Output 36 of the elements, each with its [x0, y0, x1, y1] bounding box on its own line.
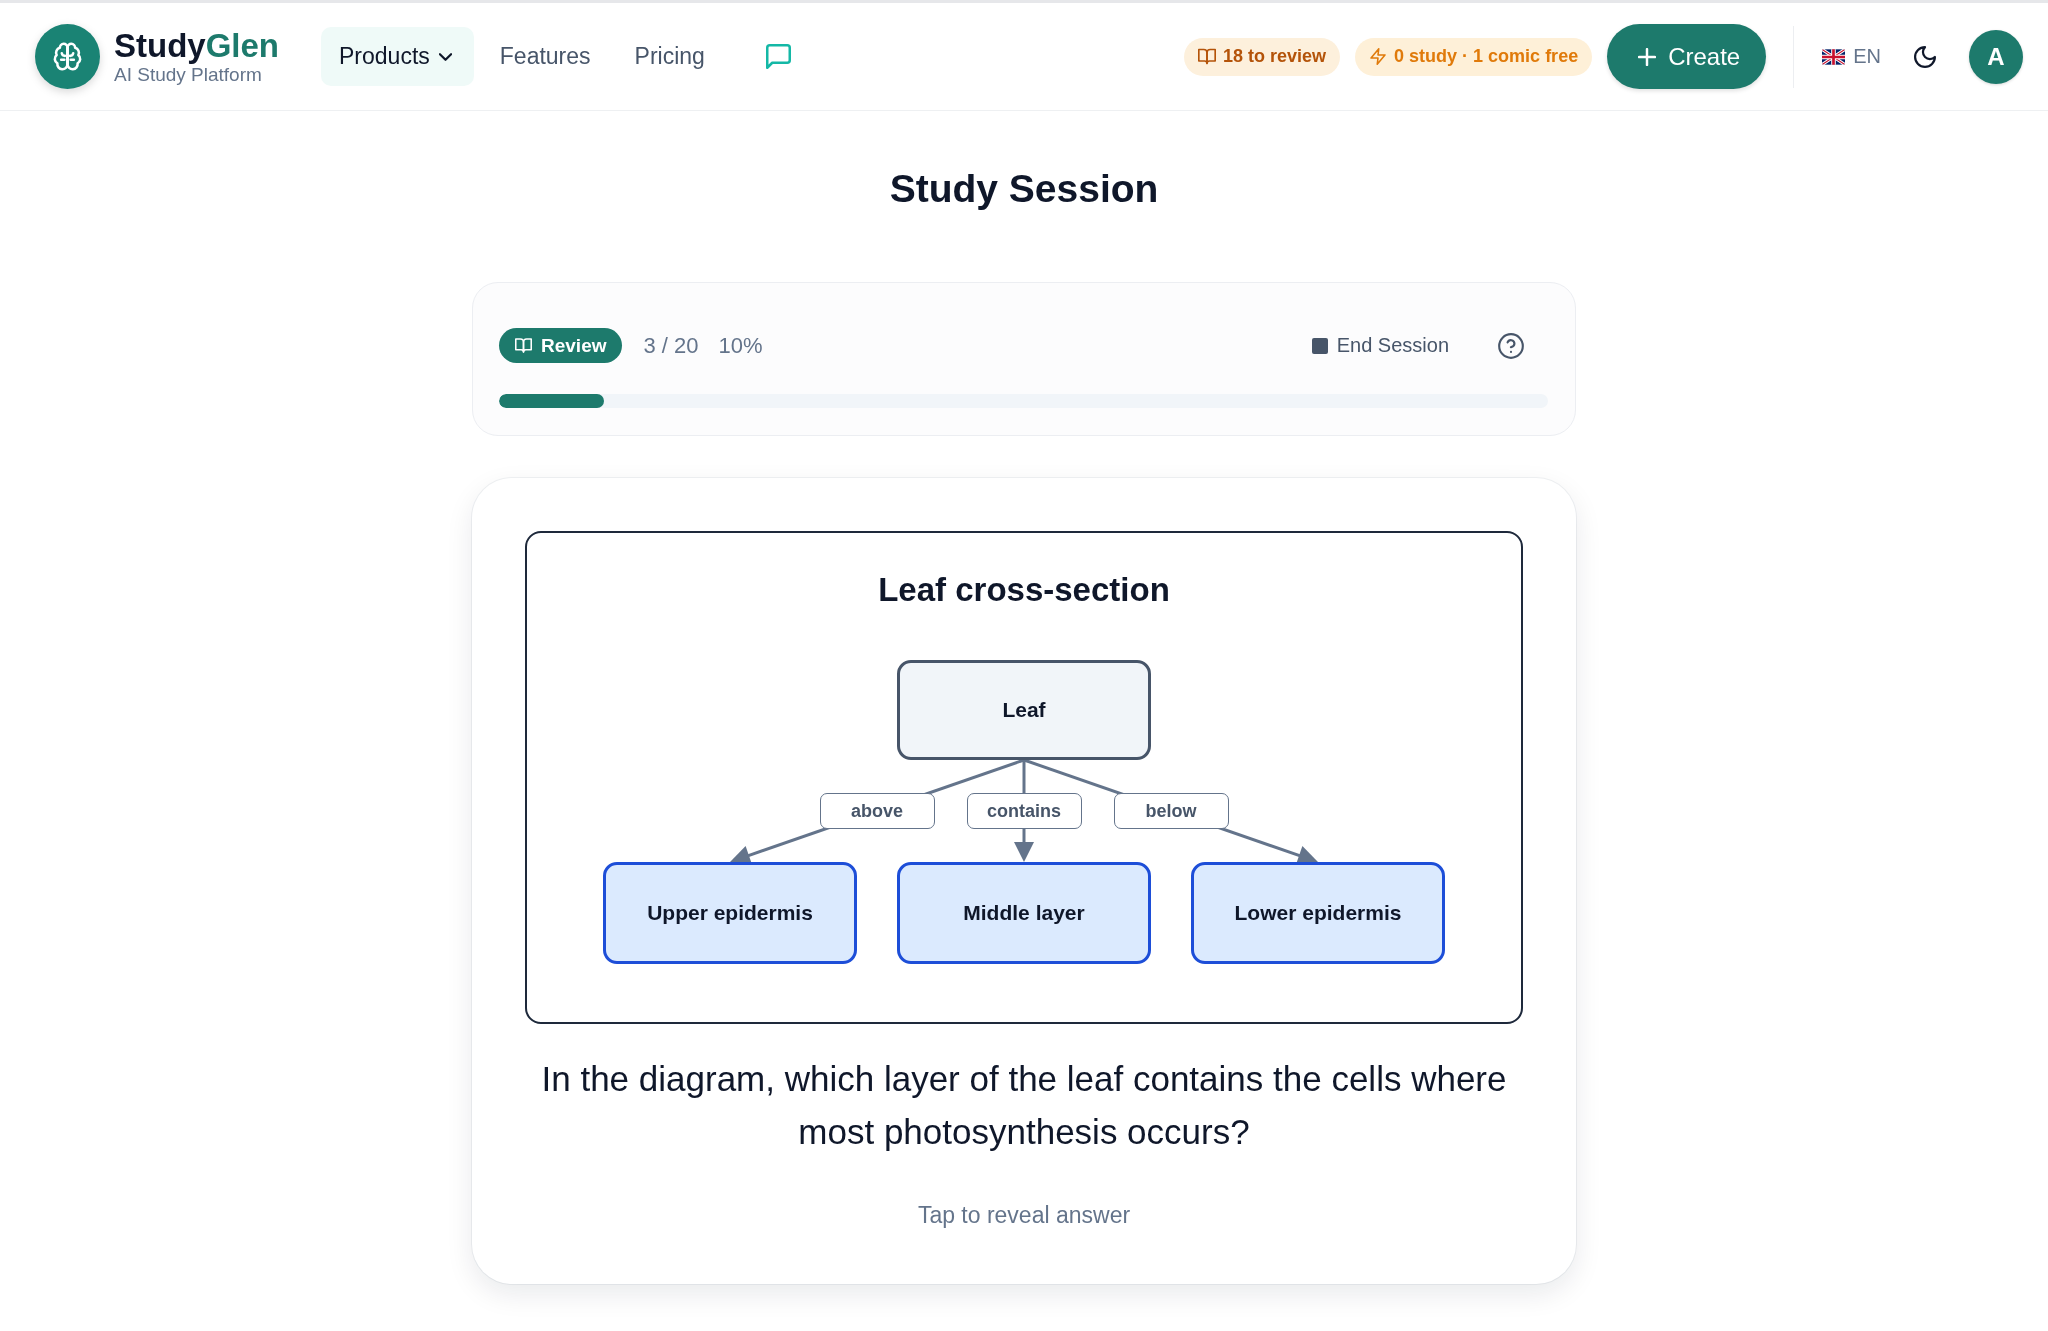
tagline: AI Study Platform: [114, 63, 263, 86]
diagram-node: Middle layer: [897, 862, 1151, 964]
stop-icon: [1311, 337, 1328, 354]
diagram-node: Leaf: [897, 660, 1151, 760]
end-session-button[interactable]: End Session: [1311, 334, 1449, 357]
nav-link[interactable]: Features: [481, 27, 609, 86]
create-button[interactable]: Create: [1607, 24, 1767, 89]
reveal-hint: Tap to reveal answer: [917, 1201, 1131, 1230]
edge-label: above: [819, 793, 935, 829]
diagram-node: Upper epidermis: [603, 862, 857, 964]
flag-icon: [1822, 48, 1846, 65]
chevron-down-icon: [438, 52, 452, 61]
nav-dropdown[interactable]: Products: [321, 27, 474, 86]
progress-percent: 10%: [718, 332, 763, 359]
brain-icon: [35, 24, 100, 89]
plus-icon: [1638, 47, 1657, 66]
edge-label: below: [1113, 793, 1229, 829]
credits-badge[interactable]: 0 study · 1 comic free: [1355, 37, 1593, 76]
help-icon[interactable]: [1498, 332, 1524, 359]
mode-label: Review: [541, 334, 607, 357]
book-icon: [1198, 48, 1216, 65]
lightning-icon: [1369, 48, 1388, 65]
progress-count: 3 / 20: [643, 332, 699, 359]
diagram-node: Lower epidermis: [1191, 862, 1445, 964]
flashcard[interactable]: [472, 478, 1576, 1284]
avatar-button[interactable]: A: [1969, 29, 2023, 84]
edge-label: contains: [966, 793, 1082, 829]
review-count-badge[interactable]: 18 to review: [1184, 37, 1341, 76]
diagram-title: Leaf cross-section: [878, 570, 1170, 610]
brand-name: StudyGlen: [114, 27, 280, 64]
page-title: Study Session: [889, 166, 1159, 212]
moon-icon[interactable]: [1914, 45, 1936, 68]
question-text: In the diagram, which layer of the leaf contains the cells where most photosynthesis occurs?: [540, 1058, 1508, 1153]
language-button[interactable]: EN: [1822, 45, 1881, 68]
nav-link[interactable]: Pricing: [616, 27, 723, 86]
book-icon: [515, 338, 532, 353]
